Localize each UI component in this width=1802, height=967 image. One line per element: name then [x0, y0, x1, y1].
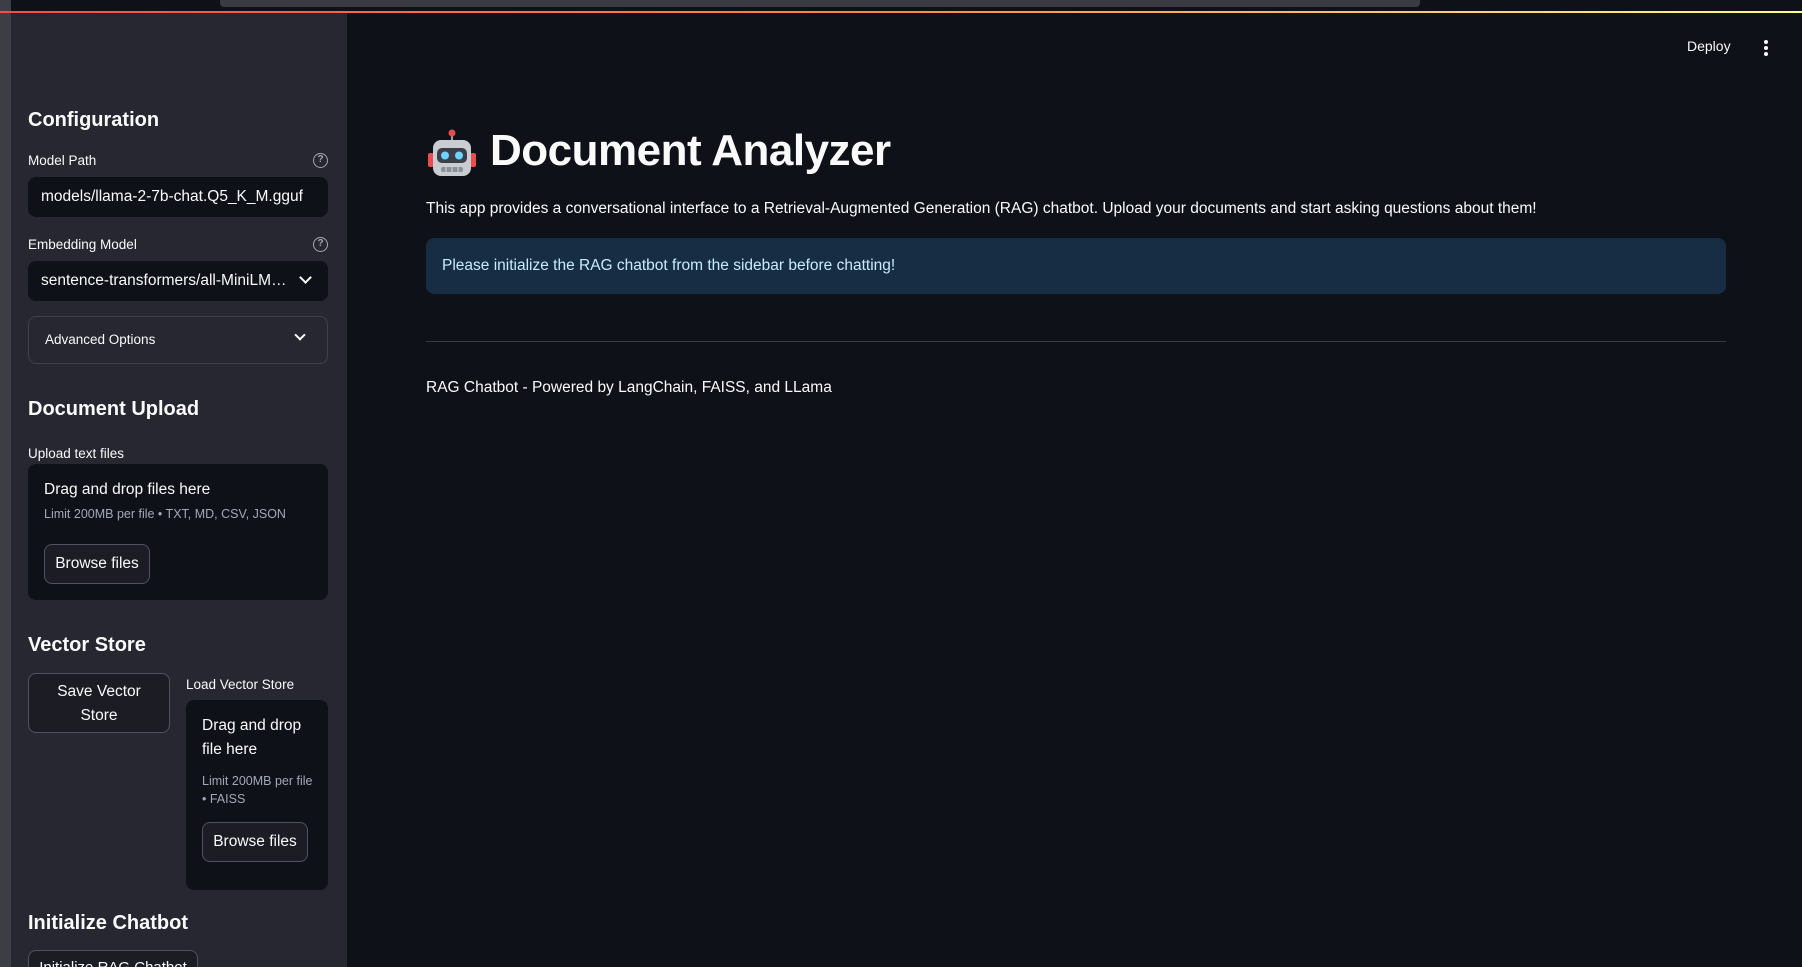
info-alert-message: Please initialize the RAG chatbot from t… — [442, 257, 896, 274]
window-left-edge — [0, 0, 11, 967]
upload-browse-files-button[interactable]: Browse files — [44, 544, 150, 584]
footer-text: RAG Chatbot - Powered by LangChain, FAIS… — [426, 379, 832, 396]
save-vector-store-button[interactable]: Save Vector Store — [28, 673, 170, 733]
info-alert: Please initialize the RAG chatbot from t… — [426, 238, 1726, 294]
page-title: Document Analyzer — [490, 126, 891, 175]
embedding-model-label: Embedding Model — [28, 237, 137, 252]
load-browse-files-button[interactable]: Browse files — [202, 822, 308, 862]
upload-text-files-label: Upload text files — [28, 446, 125, 461]
initialize-chatbot-heading: Initialize Chatbot — [28, 912, 188, 934]
embedding-model-help-icon[interactable]: ? — [313, 237, 328, 252]
upload-dropzone-title: Drag and drop files here — [44, 481, 211, 498]
load-vector-store-label: Load Vector Store — [186, 677, 295, 692]
divider — [426, 341, 1726, 342]
load-dropzone-title: Drag and drop file here — [202, 717, 302, 758]
upload-dropzone[interactable]: Drag and drop files here Limit 200MB per… — [28, 464, 328, 600]
initialize-rag-chatbot-button[interactable]: Initialize RAG Chatbot — [28, 950, 198, 967]
upload-dropzone-limit: Limit 200MB per file • TXT, MD, CSV, JSO… — [44, 507, 286, 521]
model-path-help-icon[interactable]: ? — [313, 153, 328, 168]
model-path-input[interactable]: models/llama-2-7b-chat.Q5_K_M.gguf — [28, 177, 328, 217]
kebab-menu-icon[interactable] — [1764, 40, 1768, 56]
model-path-label: Model Path — [28, 153, 97, 168]
load-vector-store-dropzone[interactable]: Drag and drop file here Limit 200MB per … — [186, 700, 328, 890]
advanced-options-expander[interactable]: Advanced Options — [28, 316, 328, 364]
embedding-model-select[interactable]: sentence-transformers/all-MiniLM… — [28, 261, 328, 301]
intro-text: This app provides a conversational inter… — [426, 200, 1537, 217]
load-dropzone-limit: Limit 200MB per file • FAISS — [202, 774, 313, 806]
vector-store-heading: Vector Store — [28, 634, 146, 656]
embedding-model-value: sentence-transformers/all-MiniLM… — [41, 272, 287, 289]
configuration-heading: Configuration — [28, 109, 160, 131]
advanced-options-label: Advanced Options — [45, 332, 156, 347]
sidebar: Configuration Model Path ? models/llama-… — [11, 13, 347, 967]
robot-icon — [426, 129, 478, 181]
top-scrollbar[interactable] — [220, 0, 1420, 7]
document-upload-heading: Document Upload — [28, 398, 200, 420]
header-decoration-stripe — [0, 11, 1802, 13]
deploy-button[interactable]: Deploy — [1687, 38, 1731, 54]
